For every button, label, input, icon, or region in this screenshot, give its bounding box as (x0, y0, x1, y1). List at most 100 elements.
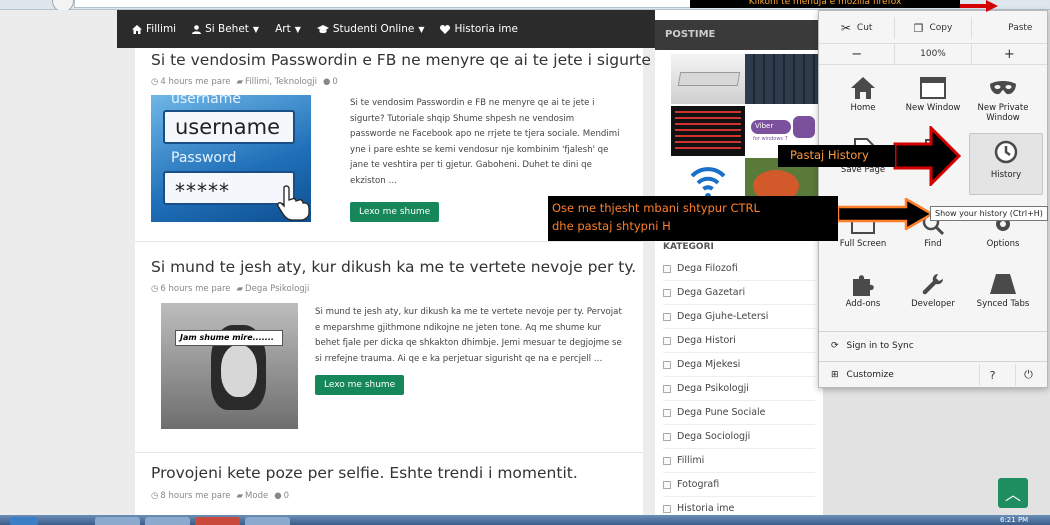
article-comments[interactable]: 0 (284, 491, 289, 501)
hint-line: Ose me thjesht mbani shtypur CTRL (552, 201, 760, 215)
nav-item-historia-ime[interactable]: Historia ime (440, 23, 518, 35)
zoom-row: − 100% + (819, 43, 1047, 65)
category-item[interactable]: Dega Filozofi (663, 257, 815, 281)
menu-addons-button[interactable]: Add-ons (829, 269, 897, 327)
folder-icon (663, 504, 671, 513)
tile-image (677, 72, 741, 86)
quit-button[interactable]: ⏻ (1015, 364, 1041, 386)
category-item[interactable]: Dega Pune Sociale (663, 401, 815, 425)
article-categories[interactable]: Dega Psikologji (245, 284, 309, 294)
menu-history-button[interactable]: History (969, 133, 1043, 195)
tile-label: Add-ons (845, 299, 881, 309)
thumb-caption: Jam shume mire....... (175, 330, 283, 346)
article-title[interactable]: Si te vendosim Passwordin e FB ne menyre… (151, 51, 664, 69)
menu-synced-tabs-button[interactable]: Synced Tabs (969, 269, 1037, 327)
folder-icon: ▰ (236, 491, 244, 501)
article-thumbnail[interactable]: Jam shume mire....... (161, 303, 298, 429)
scissors-icon: ✂ (840, 21, 851, 35)
taskbar-app[interactable] (95, 517, 140, 525)
article-comments[interactable]: 0 (332, 77, 337, 87)
zoom-out-button[interactable]: − (819, 44, 896, 64)
article-categories[interactable]: Mode (245, 491, 268, 501)
copy-label: Copy (929, 23, 953, 33)
red-arrow-annotation (893, 126, 962, 186)
taskbar-app[interactable] (145, 517, 190, 525)
viber-badge: Viber (751, 120, 791, 134)
menu-developer-button[interactable]: Developer (899, 269, 967, 327)
menu-separator (819, 361, 1047, 362)
read-more-button[interactable]: Lexo me shume (315, 375, 405, 395)
folder-icon (663, 480, 671, 489)
menu-home-button[interactable]: Home (829, 73, 897, 131)
taskbar-app[interactable] (195, 517, 240, 525)
nav-item-si-behet[interactable]: Si Behet ▼ (192, 23, 259, 35)
menu-private-window-button[interactable]: New Private Window (969, 73, 1037, 131)
category-label: Dega Filozofi (677, 263, 738, 274)
nav-item-fillimi[interactable]: Fillimi (132, 23, 176, 35)
post-tile-keyboard[interactable] (745, 54, 819, 104)
category-item[interactable]: Fotografi (663, 473, 815, 497)
folder-icon (663, 456, 671, 465)
sidebar: POSTIME Viber for windows 7 KATEGORI Deg… (655, 10, 823, 521)
article-excerpt: Si te vendosim Passwordin e FB ne menyre… (350, 98, 620, 186)
tile-label: New Private Window (977, 103, 1029, 123)
nav-item-art[interactable]: Art ▼ (275, 23, 301, 35)
copy-button[interactable]: ❐ Copy (895, 17, 972, 39)
article-time: 4 hours me pare (160, 77, 231, 87)
top-annotation-banner: Klikoni te menuja e mozilla firefox (690, 0, 960, 8)
category-item[interactable]: Dega Psikologji (663, 377, 815, 401)
developer-wrench-icon (922, 274, 943, 295)
nav-label: Si Behet (205, 23, 249, 35)
nav-item-studenti-online[interactable]: Studenti Online ▼ (316, 23, 424, 35)
menu-new-window-button[interactable]: New Window (899, 73, 967, 131)
customize-button[interactable]: ⊞ Customize (819, 364, 1047, 386)
article-thumbnail[interactable]: username username Password ***** (151, 95, 311, 222)
cut-button[interactable]: ✂ Cut (819, 17, 896, 39)
category-item[interactable]: Dega Mjekesi (663, 353, 815, 377)
comment-icon: ● (322, 77, 331, 87)
ctrl-h-hint-label: Ose me thjesht mbani shtypur CTRL dhe pa… (548, 196, 838, 241)
power-icon: ⏻ (1024, 368, 1033, 381)
paste-button[interactable]: Paste (972, 17, 1047, 39)
chevron-up-icon: ︿ (1004, 485, 1021, 504)
folder-icon (663, 264, 671, 273)
category-item[interactable]: Fillimi (663, 449, 815, 473)
category-item[interactable]: Dega Sociologji (663, 425, 815, 449)
pastaj-history-label: Pastaj History (778, 145, 895, 167)
tile-label: Home (850, 103, 876, 113)
tile-label: History (990, 170, 1022, 180)
heart-icon (440, 24, 451, 34)
post-tile-text[interactable] (671, 106, 745, 156)
thumb-username-box: username (163, 110, 295, 144)
read-more-button[interactable]: Lexo me shume (350, 202, 440, 222)
home-icon (132, 24, 142, 34)
category-item[interactable]: Dega Histori (663, 329, 815, 353)
sync-icon: ⟳ (831, 341, 839, 351)
taskbar-app[interactable] (245, 517, 290, 525)
start-button[interactable] (10, 517, 38, 525)
sidebar-heading: POSTIME (665, 29, 716, 40)
category-item[interactable]: Dega Gjuhe-Letersi (663, 305, 815, 329)
tile-label: Full Screen (839, 239, 887, 249)
zoom-reset-button[interactable]: 100% (895, 44, 972, 64)
post-tile-switch[interactable] (671, 54, 745, 104)
nav-label: Historia ime (454, 23, 518, 35)
categories-heading: KATEGORI (663, 242, 714, 252)
taskbar-clock: 6:21 PM (1000, 516, 1029, 524)
comment-icon: ● (274, 491, 282, 501)
help-icon: ? (989, 368, 996, 382)
zoom-in-button[interactable]: + (972, 44, 1047, 64)
article-title[interactable]: Provojeni kete poze per selfie. Eshte tr… (151, 464, 578, 482)
category-label: Fotografi (677, 479, 720, 490)
folder-icon (663, 408, 671, 417)
scroll-to-top-button[interactable]: ︿ (998, 478, 1028, 508)
hand-pointer-icon (277, 185, 310, 221)
sign-in-sync-button[interactable]: ⟳ Sign in to Sync (819, 335, 1047, 357)
article-categories[interactable]: Fillimi, Teknologji (245, 77, 317, 87)
menu-separator (819, 331, 1047, 332)
category-item[interactable]: Dega Gazetari (663, 281, 815, 305)
help-button[interactable]: ? (979, 364, 1005, 386)
article-title[interactable]: Si mund te jesh aty, kur dikush ka me te… (151, 258, 636, 276)
tile-label: Synced Tabs (976, 299, 1030, 309)
folder-icon (663, 336, 671, 345)
